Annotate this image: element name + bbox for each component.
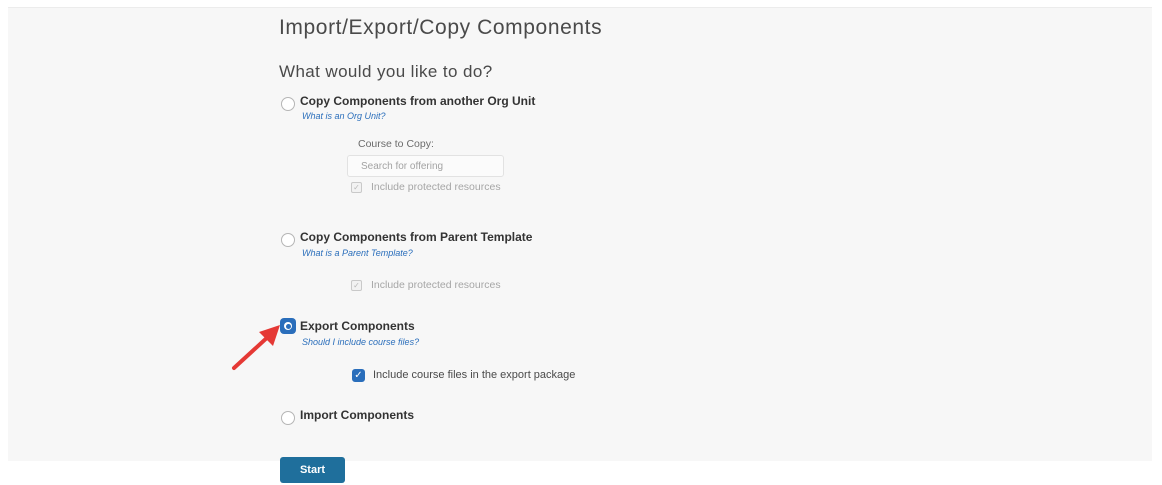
annotation-arrow-icon <box>232 325 280 370</box>
course-to-copy-label: Course to Copy: <box>358 138 434 150</box>
radio-dot-inner <box>285 323 291 329</box>
import-export-form: Import/Export/Copy Components What would… <box>0 0 1162 485</box>
option-label-import-components[interactable]: Import Components <box>300 408 414 422</box>
protected-resources-label-1: Include protected resources <box>371 181 501 193</box>
search-offering-input[interactable] <box>347 155 504 177</box>
help-link-course-files[interactable]: Should I include course files? <box>302 337 419 347</box>
protected-resources-label-2: Include protected resources <box>371 279 501 291</box>
checkmark-icon: ✓ <box>353 281 360 290</box>
protected-resources-checkbox-1: ✓ <box>351 182 362 193</box>
help-link-parent-template[interactable]: What is a Parent Template? <box>302 248 413 258</box>
include-course-files-checkbox[interactable]: ✓ <box>352 369 365 382</box>
option-label-copy-parent-template[interactable]: Copy Components from Parent Template <box>300 230 532 244</box>
include-course-files-label[interactable]: Include course files in the export packa… <box>373 369 575 381</box>
checkmark-icon: ✓ <box>354 370 363 381</box>
start-button[interactable]: Start <box>280 457 345 483</box>
option-label-export-components[interactable]: Export Components <box>300 319 415 333</box>
radio-copy-parent-template[interactable] <box>281 233 295 247</box>
radio-import-components[interactable] <box>281 411 295 425</box>
checkmark-icon: ✓ <box>353 183 360 192</box>
option-label-copy-org-unit[interactable]: Copy Components from another Org Unit <box>300 94 535 108</box>
radio-copy-org-unit[interactable] <box>281 97 295 111</box>
page-title: Import/Export/Copy Components <box>279 16 603 39</box>
help-link-org-unit[interactable]: What is an Org Unit? <box>302 111 386 121</box>
page: Import/Export/Copy Components What would… <box>0 0 1162 485</box>
question-heading: What would you like to do? <box>279 62 493 81</box>
protected-resources-checkbox-2: ✓ <box>351 280 362 291</box>
